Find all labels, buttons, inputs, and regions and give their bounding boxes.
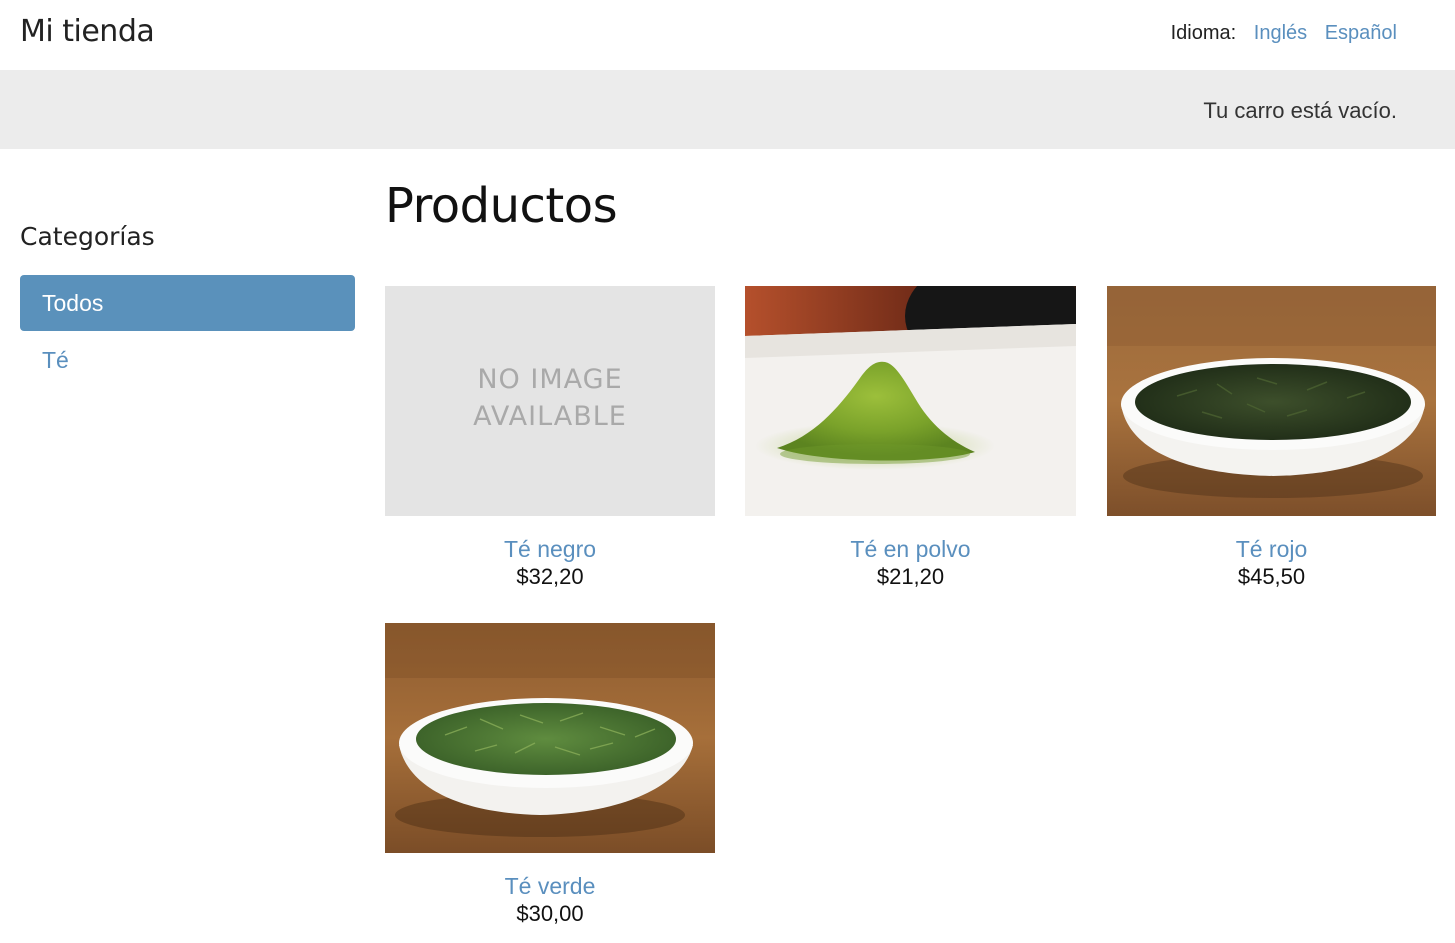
cart-status: Tu carro está vacío. (1203, 98, 1397, 123)
green-tea-bowl-image[interactable] (385, 623, 715, 853)
no-image-placeholder[interactable]: NO IMAGE AVAILABLE (385, 286, 715, 516)
category-item-tea[interactable]: Té (20, 333, 355, 389)
category-item-all[interactable]: Todos (20, 275, 355, 331)
categories-title: Categorías (20, 222, 155, 251)
product-card: Té rojo $45,50 (1107, 286, 1436, 590)
language-link-english[interactable]: Inglés (1254, 22, 1307, 44)
tea-leaves-bowl-image[interactable] (1107, 286, 1436, 516)
product-price: $45,50 (1237, 564, 1306, 589)
placeholder-text-line1: NO IMAGE (477, 364, 622, 395)
page-title: Productos (385, 178, 618, 234)
product-name-link[interactable]: Té en polvo (745, 536, 1076, 562)
site-logo[interactable]: Mi tienda (20, 14, 155, 49)
language-link-spanish[interactable]: Español (1325, 22, 1397, 44)
product-name-link[interactable]: Té negro (385, 536, 715, 562)
cart-bar: Tu carro está vacío. (0, 70, 1455, 149)
product-price: $30,00 (516, 901, 584, 926)
main-content: Productos NO IMAGE AVAILABLE Té negro $3… (385, 178, 1437, 926)
matcha-powder-image[interactable] (745, 286, 1076, 516)
product-price: $21,20 (876, 564, 945, 589)
placeholder-text-line2: AVAILABLE (473, 401, 627, 432)
language-label: Idioma: (1170, 22, 1237, 44)
language-switcher: Idioma: Inglés Español (1171, 22, 1397, 45)
product-name-link[interactable]: Té rojo (1107, 536, 1436, 562)
product-name-link[interactable]: Té verde (385, 873, 715, 899)
product-card: NO IMAGE AVAILABLE Té negro $32,20 (385, 286, 715, 590)
header: Mi tienda Idioma: Inglés Español (0, 0, 1455, 70)
product-card: Té en polvo $21,20 (745, 286, 1076, 590)
product-card: Té verde $30,00 (385, 623, 715, 927)
product-price: $32,20 (516, 564, 584, 589)
sidebar: Categorías Todos Té (20, 222, 355, 389)
